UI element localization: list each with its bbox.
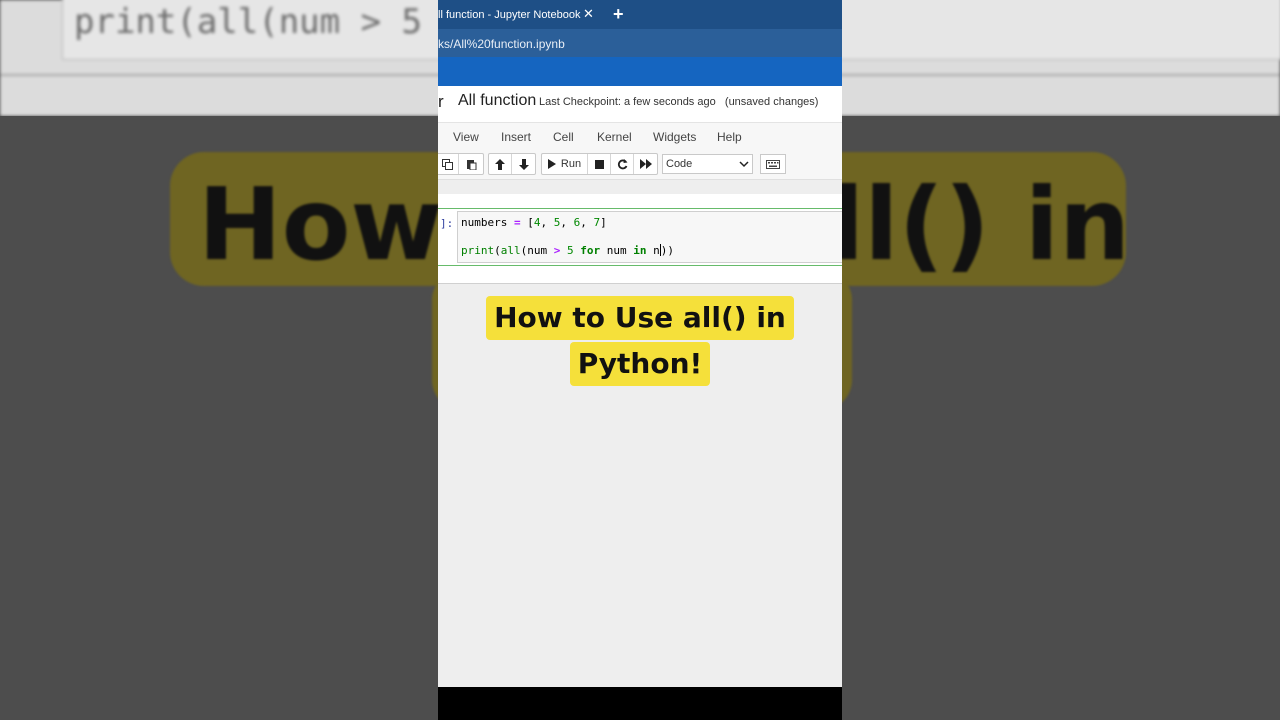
notebook-title-row: r All function Last Checkpoint: a few se… xyxy=(438,86,842,122)
copy-button[interactable] xyxy=(438,154,459,174)
arrow-down-icon xyxy=(518,158,529,170)
close-icon[interactable]: ✕ xyxy=(583,7,594,21)
move-down-button[interactable] xyxy=(512,154,535,174)
cell-type-value: Code xyxy=(666,158,693,170)
background-caption-right: ll() in xyxy=(830,166,1131,283)
menu-cell[interactable]: Cell xyxy=(553,130,574,144)
menu-help[interactable]: Help xyxy=(717,130,742,144)
code-line-2: print(all(num > 5 for num in n)) xyxy=(461,244,674,257)
code-number: 5 xyxy=(567,244,574,257)
keyboard-icon xyxy=(766,159,780,169)
unsaved-text: (unsaved changes) xyxy=(724,96,819,108)
restart-button[interactable] xyxy=(611,154,634,174)
checkpoint-status: Last Checkpoint: a few seconds ago (unsa… xyxy=(539,96,818,108)
video-frame: ll function - Jupyter Notebook ✕ + ks/Al… xyxy=(438,0,842,720)
move-up-button[interactable] xyxy=(489,154,512,174)
clipboard-group xyxy=(438,153,484,175)
code-token: ( xyxy=(494,244,501,257)
bottom-black-bar xyxy=(438,687,842,720)
run-group: Run xyxy=(541,153,658,175)
copy-icon xyxy=(442,158,453,170)
paste-button[interactable] xyxy=(459,154,483,174)
notebook-page: ]: numbers = [4, 5, 6, 7] print(all(num … xyxy=(438,194,842,284)
url-text: ks/All%20function.ipynb xyxy=(438,37,565,51)
run-button[interactable]: Run xyxy=(542,154,588,174)
interrupt-button[interactable] xyxy=(588,154,611,174)
fast-forward-icon xyxy=(639,159,652,169)
code-line-1: numbers = [4, 5, 6, 7] xyxy=(461,216,607,229)
keyboard-shortcuts-button[interactable] xyxy=(760,154,786,174)
menu-widgets[interactable]: Widgets xyxy=(653,130,696,144)
code-token: , xyxy=(560,216,574,229)
cell-input[interactable]: numbers = [4, 5, 6, 7] print(all(num > 5… xyxy=(457,211,842,263)
chevron-down-icon xyxy=(739,161,749,168)
code-token: n xyxy=(646,244,660,257)
code-token: )) xyxy=(660,244,674,257)
tab-title: ll function - Jupyter Notebook xyxy=(438,8,581,21)
code-keyword: for xyxy=(580,244,601,257)
code-token: num xyxy=(600,244,634,257)
notebook-gap xyxy=(438,181,842,194)
browser-tab-bar: ll function - Jupyter Notebook ✕ + xyxy=(438,0,842,29)
caption-line-1: How to Use all() in xyxy=(486,296,794,340)
video-caption: How to Use all() in Python! xyxy=(438,296,842,386)
run-all-button[interactable] xyxy=(634,154,657,174)
caption-line-2: Python! xyxy=(569,342,711,386)
paste-icon xyxy=(466,159,476,170)
code-token: , xyxy=(540,216,554,229)
code-token: , xyxy=(580,216,594,229)
menu-view[interactable]: View xyxy=(453,130,479,144)
restart-icon xyxy=(617,158,627,169)
play-icon xyxy=(547,159,556,169)
code-operator: = xyxy=(513,216,521,229)
background-code-text: print(all(num > 5 xyxy=(74,2,422,42)
code-token: (num xyxy=(520,244,554,257)
notebook-name[interactable]: All function xyxy=(458,92,536,110)
browser-tab[interactable]: ll function - Jupyter Notebook xyxy=(438,0,604,29)
code-token: numbers xyxy=(461,216,514,229)
checkpoint-text: Last Checkpoint: a few seconds ago xyxy=(539,96,716,108)
run-label: Run xyxy=(560,158,582,170)
stop-icon xyxy=(594,159,604,169)
cell-type-select[interactable]: Code xyxy=(662,154,753,174)
background-caption-left: How xyxy=(198,166,443,283)
menu-bar: View Insert Cell Kernel Widgets Help xyxy=(438,122,842,150)
arrow-up-icon xyxy=(495,158,505,170)
menu-insert[interactable]: Insert xyxy=(501,130,531,144)
code-cell[interactable]: ]: numbers = [4, 5, 6, 7] print(all(num … xyxy=(438,208,842,266)
code-builtin: all xyxy=(500,244,521,257)
code-builtin: print xyxy=(461,244,495,257)
code-token: [ xyxy=(520,216,534,229)
jupyter-logo-fragment[interactable]: r xyxy=(438,92,444,112)
move-group xyxy=(488,153,536,175)
new-tab-icon[interactable]: + xyxy=(613,4,624,24)
jupyter-header xyxy=(438,57,842,86)
cell-prompt: ]: xyxy=(440,217,454,230)
notebook-toolbar: Run Code xyxy=(438,150,842,180)
code-token: ] xyxy=(600,216,607,229)
address-bar[interactable]: ks/All%20function.ipynb xyxy=(438,29,842,57)
code-keyword: in xyxy=(633,244,647,257)
menu-kernel[interactable]: Kernel xyxy=(597,130,632,144)
